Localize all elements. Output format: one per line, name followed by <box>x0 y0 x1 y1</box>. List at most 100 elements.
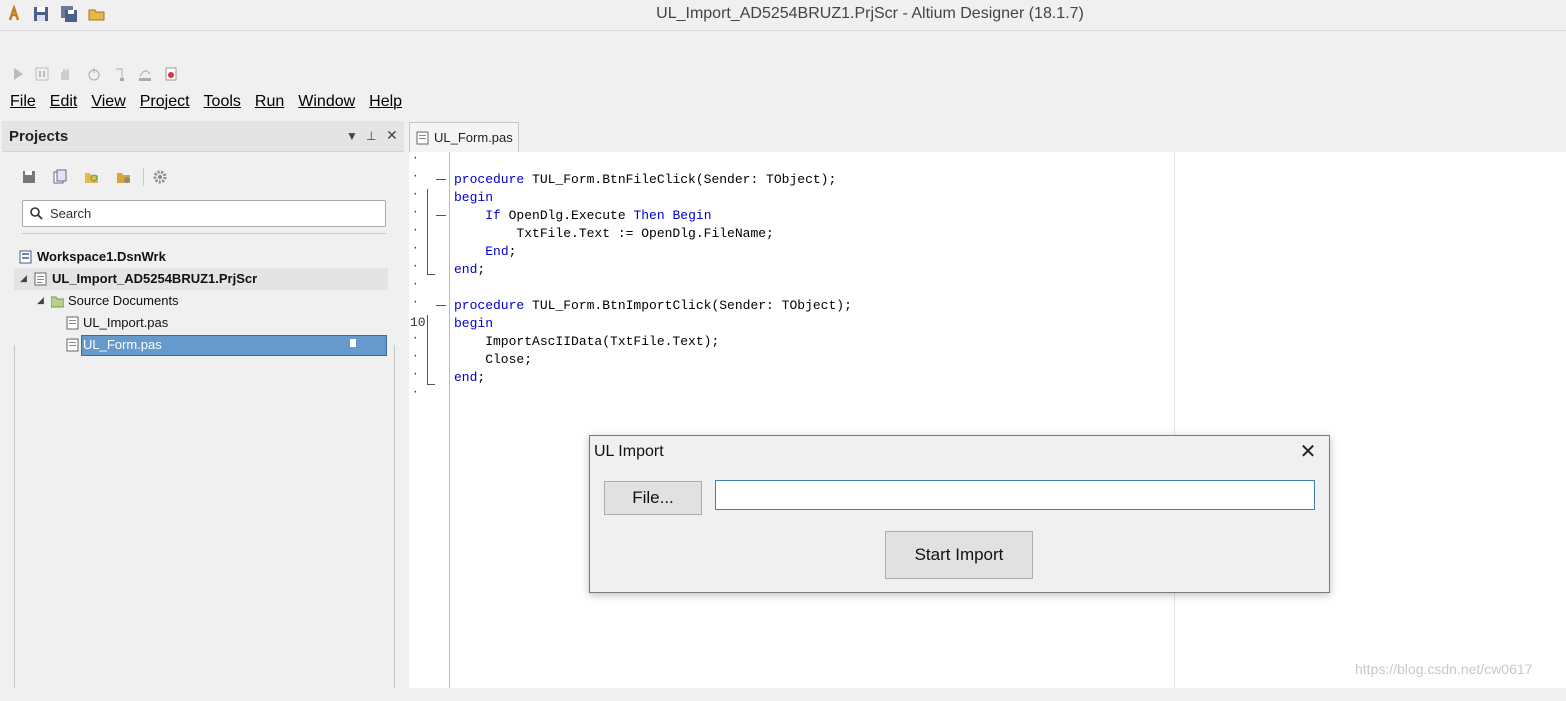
gutter-dot: · <box>412 279 419 291</box>
menu-help[interactable]: Help <box>369 93 402 111</box>
code-line-5: End; <box>485 244 517 259</box>
title-bar: UL_Import_AD5254BRUZ1.PrjScr - Altium De… <box>0 0 1566 31</box>
fold-marker-icon[interactable] <box>436 215 446 216</box>
pause-icon[interactable] <box>34 66 50 82</box>
compile-project-icon[interactable] <box>52 169 68 185</box>
gutter-dot: · <box>412 153 419 165</box>
fold-guide-end <box>427 274 435 275</box>
step-over-icon[interactable] <box>137 66 153 82</box>
tree-item-project[interactable]: ◢ UL_Import_AD5254BRUZ1.PrjScr <box>14 268 388 290</box>
tree-item-label: UL_Import.pas <box>83 315 169 330</box>
code-line-6: end; <box>454 262 486 277</box>
fold-guide-end <box>427 384 435 385</box>
pascal-file-icon <box>416 131 429 145</box>
breakpoint-icon[interactable] <box>86 66 102 82</box>
window-title: UL_Import_AD5254BRUZ1.PrjScr - Altium De… <box>656 5 1084 22</box>
collapse-arrow-icon[interactable]: ◢ <box>37 295 44 306</box>
fold-guide <box>427 189 428 275</box>
pascal-file-icon <box>66 316 79 330</box>
gutter-dot: · <box>412 207 419 219</box>
code-line-12: end; <box>454 370 486 385</box>
gutter-dot: · <box>412 351 419 363</box>
project-options-icon[interactable] <box>84 169 100 185</box>
code-line-8: procedure TUL_Form.BtnImportClick(Sender… <box>454 298 852 313</box>
tree-item-label: UL_Form.pas <box>83 337 162 352</box>
script-project-icon <box>34 272 47 286</box>
code-editor[interactable]: · · · · · · · · · 10 · · · · procedure T… <box>409 152 1566 688</box>
tree-item-source-documents[interactable]: ◢ Source Documents <box>14 290 392 312</box>
menu-project[interactable]: Project <box>140 93 190 111</box>
tree-border-right <box>394 345 395 688</box>
menu-edit[interactable]: Edit <box>50 93 78 111</box>
tab-ul-form-pas[interactable]: UL_Form.pas <box>409 122 519 153</box>
run-icon[interactable] <box>10 66 26 82</box>
save-project-icon[interactable] <box>21 169 37 185</box>
editor-gutter: · · · · · · · · · 10 · · · · <box>409 152 450 688</box>
fold-guide <box>427 315 428 385</box>
tree-border-left <box>14 345 15 688</box>
panel-pin-icon[interactable]: ⊥ <box>366 129 376 143</box>
gutter-dot: · <box>412 261 419 273</box>
gear-icon[interactable] <box>152 169 168 185</box>
workspace-icon <box>19 250 32 264</box>
search-placeholder: Search <box>50 206 92 221</box>
tree-item-label: Workspace1.DsnWrk <box>37 249 166 264</box>
gutter-dot: · <box>412 369 419 381</box>
code-line-2: begin <box>454 190 494 205</box>
gutter-dot: · <box>412 171 419 183</box>
projects-panel-title: Projects <box>9 128 69 145</box>
folder-settings-icon[interactable] <box>116 169 132 185</box>
gutter-dot: · <box>412 225 419 237</box>
gutter-dot: · <box>412 333 419 345</box>
start-import-button[interactable]: Start Import <box>885 531 1033 579</box>
fold-marker-icon[interactable] <box>436 305 446 306</box>
menu-tools[interactable]: Tools <box>204 93 241 111</box>
menu-file[interactable]: File <box>10 93 36 111</box>
step-into-icon[interactable] <box>113 66 129 82</box>
close-icon[interactable]: ✕ <box>1294 440 1322 464</box>
gutter-dot: · <box>412 297 419 309</box>
toolbar-divider <box>143 168 144 186</box>
right-margin-line <box>1174 152 1175 688</box>
file-path-input[interactable] <box>715 480 1315 510</box>
ul-import-dialog: UL Import ✕ File... Start Import <box>589 435 1330 593</box>
menu-bar: File Edit View Project Tools Run Window Help <box>0 93 416 117</box>
code-line-1: procedure TUL_Form.BtnFileClick(Sender: … <box>454 172 837 187</box>
collapse-arrow-icon[interactable]: ◢ <box>20 273 27 284</box>
search-icon <box>30 207 43 220</box>
tree-item-ul-form-pas[interactable]: UL_Form.pas <box>14 334 392 356</box>
stop-hand-icon[interactable] <box>57 66 73 82</box>
projects-panel-header: Projects ▼ ⊥ ✕ <box>2 121 404 152</box>
script-icon[interactable] <box>163 66 179 82</box>
watermark: https://blog.csdn.net/cw0617 <box>1355 661 1533 677</box>
dialog-title: UL Import <box>594 443 664 460</box>
code-line-4: TxtFile.Text := OpenDlg.FileName; <box>454 226 774 241</box>
menu-window[interactable]: Window <box>298 93 355 111</box>
menu-view[interactable]: View <box>91 93 125 111</box>
tree-item-workspace[interactable]: Workspace1.DsnWrk <box>14 246 392 268</box>
menu-run[interactable]: Run <box>255 93 284 111</box>
code-line-10: ImportAscIIData(TxtFile.Text); <box>454 334 720 349</box>
tree-item-label: Source Documents <box>68 293 179 308</box>
tab-label: UL_Form.pas <box>434 130 513 145</box>
search-input[interactable]: Search <box>22 200 386 227</box>
gutter-dot: · <box>412 189 419 201</box>
code-line-9: begin <box>454 316 494 331</box>
project-tree: Workspace1.DsnWrk ◢ UL_Import_AD5254BRUZ… <box>14 246 394 701</box>
tree-item-label: UL_Import_AD5254BRUZ1.PrjScr <box>52 271 258 286</box>
code-line-3: If OpenDlg.Execute Then Begin <box>485 208 712 223</box>
tree-item-ul-import-pas[interactable]: UL_Import.pas <box>14 312 392 334</box>
folder-icon <box>51 296 64 308</box>
line-number: 10 <box>410 315 426 330</box>
gutter-dot: · <box>412 243 419 255</box>
code-line-11: Close; <box>454 352 533 367</box>
document-open-icon <box>350 339 356 347</box>
search-divider <box>22 233 386 234</box>
panel-menu-dropdown-icon[interactable]: ▼ <box>346 129 358 143</box>
file-button[interactable]: File... <box>604 481 702 515</box>
projects-panel: Projects ▼ ⊥ ✕ Search Workspace1.DsnWrk … <box>2 121 404 688</box>
pascal-file-icon <box>66 338 79 352</box>
fold-marker-icon[interactable] <box>436 179 446 180</box>
gutter-dot: · <box>412 387 419 399</box>
panel-close-icon[interactable]: ✕ <box>386 127 398 144</box>
